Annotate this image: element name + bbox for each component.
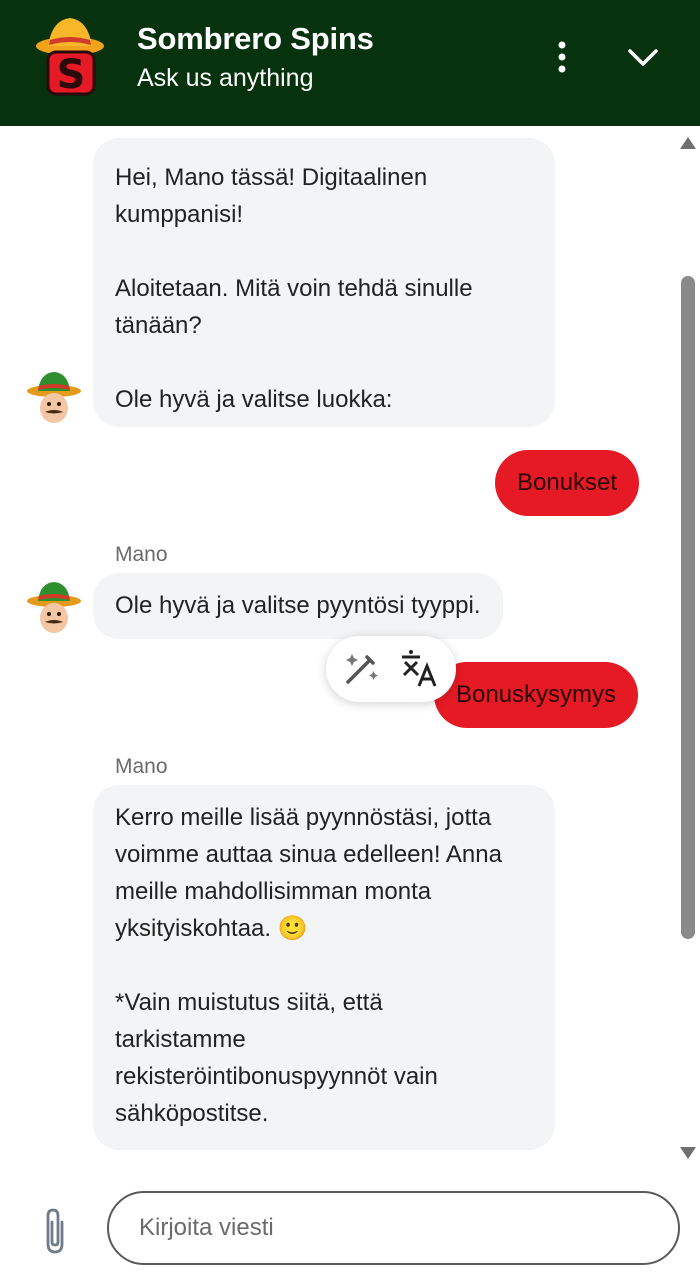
app-subtitle: Ask us anything xyxy=(137,64,314,92)
bot-message: Ole hyvä ja valitse pyyntösi tyyppi. xyxy=(93,573,503,639)
translate-icon[interactable] xyxy=(398,648,440,690)
chat-header: S Sombrero Spins Ask us anything xyxy=(0,0,700,126)
user-message[interactable]: Bonukset xyxy=(495,450,640,516)
sender-name: Mano xyxy=(115,543,168,566)
svg-text:S: S xyxy=(57,52,86,96)
sender-name: Mano xyxy=(115,755,168,778)
magic-wand-icon[interactable] xyxy=(340,648,382,690)
message-composer xyxy=(0,1166,700,1275)
avatar-mano xyxy=(27,582,81,633)
scroll-down-arrow[interactable] xyxy=(679,1146,697,1160)
more-vertical-icon[interactable] xyxy=(549,38,575,76)
scroll-up-arrow[interactable] xyxy=(679,136,697,150)
message-tools-popup xyxy=(326,636,456,702)
bot-message: Hei, Mano tässä! Digitaalinen kumppanisi… xyxy=(93,138,555,427)
app-title: Sombrero Spins xyxy=(137,21,374,56)
sombrero-logo: S xyxy=(36,18,104,96)
user-message[interactable]: Bonuskysymys xyxy=(434,662,639,728)
chevron-down-icon[interactable] xyxy=(624,38,662,76)
paperclip-icon[interactable] xyxy=(38,1206,72,1256)
bot-message: Kerro meille lisää pyynnöstäsi, jotta vo… xyxy=(93,785,555,1150)
message-input[interactable] xyxy=(107,1191,680,1265)
avatar-mano xyxy=(27,372,81,423)
scrollbar-thumb[interactable] xyxy=(681,276,695,939)
